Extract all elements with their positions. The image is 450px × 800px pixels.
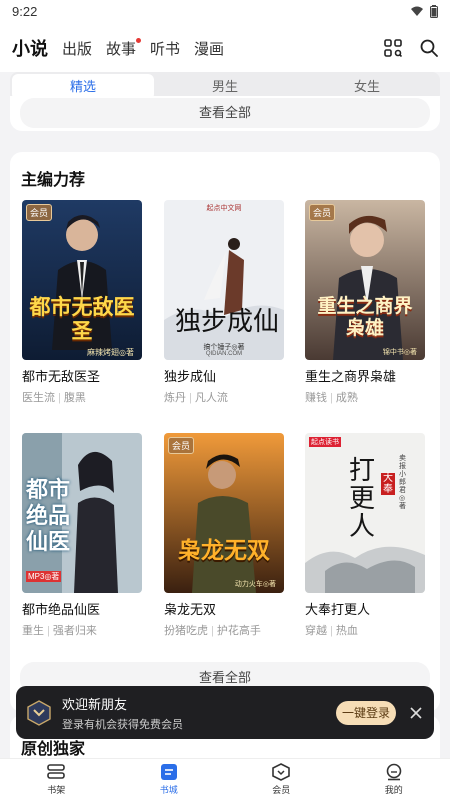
book-card[interactable]: 会员 枭龙无双 动力火车◎著 枭龙无双 扮猪吃虎 | 护花高手 <box>164 433 284 638</box>
profile-icon <box>386 763 402 781</box>
toast-title: 欢迎新朋友 <box>62 696 128 712</box>
book-tags: 炼丹 | 凡人流 <box>164 392 228 404</box>
book-title: 重生之商界枭雄 <box>305 369 397 384</box>
close-icon[interactable] <box>408 705 424 721</box>
book-tags: 赚钱 | 成熟 <box>305 392 358 404</box>
tab-comic[interactable]: 漫画 <box>194 38 224 59</box>
bottom-navigation: 书架 书城 会员 我的 <box>0 758 450 800</box>
book-cover: 都市绝品仙医 MP3◎著 <box>22 433 142 593</box>
vip-badge: 会员 <box>26 204 53 221</box>
book-cover: 会员 重生之商界枭雄 锦中书◎著 <box>305 200 425 360</box>
book-tags: 重生 | 强者归来 <box>22 625 97 637</box>
bookshelf-icon <box>47 764 66 779</box>
top-nav: 小说 出版 故事 听书 漫画 <box>0 22 450 74</box>
book-card[interactable]: 起点中文网 独步成仙 搞个锤子◎著 QIDIAN.COM 独步成仙 炼丹 | 凡人流 <box>164 200 284 405</box>
book-title: 都市无敌医圣 <box>22 369 101 384</box>
cover-author-text: 麻辣烤翅◎著 <box>87 348 134 357</box>
bottom-tab-label: 我的 <box>384 785 403 795</box>
see-all-button-previous[interactable]: 查看全部 <box>20 98 430 128</box>
cover-author-text: 锦中书◎著 <box>382 349 417 356</box>
one-click-login-button[interactable]: 一键登录 <box>336 700 396 725</box>
bottom-tab-bookshelf[interactable]: 书架 <box>0 759 113 800</box>
book-cover: 会员 枭龙无双 动力火车◎著 <box>164 433 284 593</box>
book-tags: 扮猪吃虎 | 护花高手 <box>164 625 261 637</box>
cover-title-text: 重生之商界枭雄 <box>317 296 413 339</box>
book-cover: 起点中文网 独步成仙 搞个锤子◎著 QIDIAN.COM <box>164 200 284 360</box>
section-title: 主编力荐 <box>21 172 86 189</box>
tab-audiobook[interactable]: 听书 <box>150 38 180 59</box>
search-icon[interactable] <box>420 39 438 57</box>
cover-publisher-text: 起点读书 <box>309 437 341 447</box>
cover-badge-text: MP3◎著 <box>26 571 62 582</box>
book-cover: 起点读书 打更人 大奉 卖报小郎君◎著 <box>305 433 425 593</box>
bottom-tab-label: 书架 <box>47 785 66 795</box>
bottom-tab-label: 书城 <box>159 785 178 795</box>
tab-story[interactable]: 故事 <box>106 37 142 59</box>
vip-icon <box>272 763 291 781</box>
book-card[interactable]: 会员 重生之商界枭雄 锦中书◎著 重生之商界枭雄 赚钱 | 成熟 <box>305 200 425 405</box>
bottom-tab-profile[interactable]: 我的 <box>338 759 450 800</box>
book-tags: 医生流 | 腹黑 <box>22 392 86 404</box>
cover-title-text: 枭龙无双 <box>178 537 270 563</box>
cover-author-text: 卖报小郎君◎著 <box>399 455 406 510</box>
book-title: 大奉打更人 <box>305 602 371 617</box>
book-card[interactable]: 起点读书 打更人 大奉 卖报小郎君◎著 大奉打更人 穿越 | 热血 <box>305 433 425 638</box>
cover-author-text: 动力火车◎著 <box>234 581 276 588</box>
tab-novel[interactable]: 小说 <box>12 35 48 61</box>
wifi-icon <box>411 6 423 16</box>
book-title: 都市绝品仙医 <box>22 602 101 617</box>
book-card[interactable]: 都市绝品仙医 MP3◎著 都市绝品仙医 重生 | 强者归来 <box>22 433 142 638</box>
battery-icon <box>430 4 438 18</box>
bookstore-icon <box>160 764 177 780</box>
editors-pick-section: 主编力荐 会员 都市无敌医圣 麻辣烤翅◎著 都市无敌医圣 医生流 | 腹黑 起点… <box>10 152 440 712</box>
book-title: 枭龙无双 <box>164 602 217 617</box>
login-toast: 欢迎新朋友 登录有机会获得免费会员 一键登录 <box>16 686 434 739</box>
status-bar: 9:22 <box>0 0 450 22</box>
status-time: 9:22 <box>12 3 38 19</box>
cover-title-text: 独步成仙 <box>174 307 279 337</box>
cover-site-text: QIDIAN.COM <box>205 351 243 357</box>
book-title: 独步成仙 <box>164 369 217 384</box>
book-card[interactable]: 会员 都市无敌医圣 麻辣烤翅◎著 都市无敌医圣 医生流 | 腹黑 <box>22 200 142 405</box>
cover-title-text: 打更人 <box>349 456 376 542</box>
tab-story-label: 故事 <box>106 40 137 58</box>
bottom-tab-vip[interactable]: 会员 <box>225 759 338 800</box>
book-tags: 穿越 | 热血 <box>305 625 358 637</box>
cover-publisher-text: 起点中文网 <box>206 205 242 212</box>
vip-shield-icon <box>27 699 51 726</box>
toast-subtitle: 登录有机会获得免费会员 <box>62 718 183 731</box>
bottom-tab-label: 会员 <box>272 785 291 795</box>
vip-badge: 会员 <box>309 204 336 221</box>
book-cover: 会员 都市无敌医圣 麻辣烤翅◎著 <box>22 200 142 360</box>
vip-badge: 会员 <box>168 437 195 454</box>
notification-dot <box>136 37 142 43</box>
bottom-tab-bookstore[interactable]: 书城 <box>113 759 226 800</box>
cover-mark-text: 大奉 <box>381 473 395 495</box>
tab-publish[interactable]: 出版 <box>62 38 92 59</box>
cover-title-text: 都市绝品仙医 <box>26 477 71 554</box>
cover-title-text: 都市无敌医圣 <box>29 296 135 343</box>
scan-icon[interactable] <box>384 39 402 57</box>
